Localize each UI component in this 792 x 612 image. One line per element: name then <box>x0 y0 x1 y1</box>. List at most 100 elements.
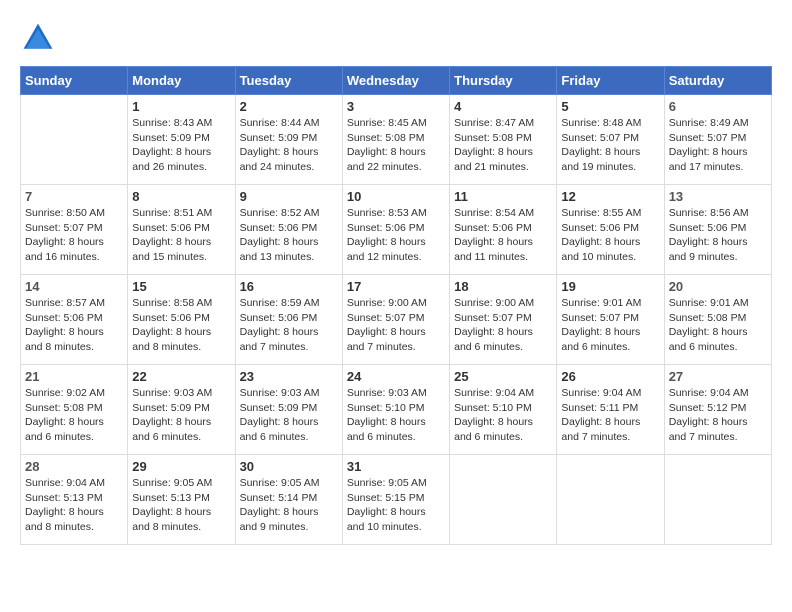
week-row-2: 7 Sunrise: 8:50 AMSunset: 5:07 PMDaylight… <box>21 185 772 275</box>
day-number: 2 <box>240 99 338 114</box>
day-cell <box>557 455 664 545</box>
day-cell: 8 Sunrise: 8:51 AMSunset: 5:06 PMDaylight… <box>128 185 235 275</box>
day-info: Sunrise: 9:03 AMSunset: 5:09 PMDaylight:… <box>132 386 230 445</box>
day-number: 18 <box>454 279 552 294</box>
day-number: 5 <box>561 99 659 114</box>
day-info: Sunrise: 8:54 AMSunset: 5:06 PMDaylight:… <box>454 206 552 265</box>
day-cell: 15 Sunrise: 8:58 AMSunset: 5:06 PMDayligh… <box>128 275 235 365</box>
day-info: Sunrise: 8:55 AMSunset: 5:06 PMDaylight:… <box>561 206 659 265</box>
day-info: Sunrise: 8:53 AMSunset: 5:06 PMDaylight:… <box>347 206 445 265</box>
day-cell <box>21 95 128 185</box>
day-cell: 23Sunrise: 9:03 AMSunset: 5:09 PMDayligh… <box>235 365 342 455</box>
day-info: Sunrise: 8:50 AMSunset: 5:07 PMDaylight:… <box>25 206 123 265</box>
header-saturday: Saturday <box>664 67 771 95</box>
day-cell: 1Sunrise: 8:43 AMSunset: 5:09 PMDaylight… <box>128 95 235 185</box>
day-cell: 22 Sunrise: 9:03 AMSunset: 5:09 PMDayligh… <box>128 365 235 455</box>
day-cell: 7 Sunrise: 8:50 AMSunset: 5:07 PMDaylight… <box>21 185 128 275</box>
day-number: 19 <box>561 279 659 294</box>
day-number: 28 <box>25 459 123 474</box>
day-cell: 4 Sunrise: 8:47 AMSunset: 5:08 PMDaylight… <box>450 95 557 185</box>
day-info: Sunrise: 8:47 AMSunset: 5:08 PMDaylight:… <box>454 116 552 175</box>
day-cell: 25 Sunrise: 9:04 AMSunset: 5:10 PMDayligh… <box>450 365 557 455</box>
day-info: Sunrise: 9:01 AMSunset: 5:08 PMDaylight:… <box>669 296 767 355</box>
day-number: 9 <box>240 189 338 204</box>
day-cell: 26 Sunrise: 9:04 AMSunset: 5:11 PMDayligh… <box>557 365 664 455</box>
day-cell: 2Sunrise: 8:44 AMSunset: 5:09 PMDaylight… <box>235 95 342 185</box>
day-cell: 11 Sunrise: 8:54 AMSunset: 5:06 PMDayligh… <box>450 185 557 275</box>
day-info: Sunrise: 8:56 AMSunset: 5:06 PMDaylight:… <box>669 206 767 265</box>
day-number: 27 <box>669 369 767 384</box>
day-info: Sunrise: 9:05 AMSunset: 5:13 PMDaylight:… <box>132 476 230 535</box>
day-cell: 27 Sunrise: 9:04 AMSunset: 5:12 PMDayligh… <box>664 365 771 455</box>
day-info: Sunrise: 8:49 AMSunset: 5:07 PMDaylight:… <box>669 116 767 175</box>
week-row-5: 28 Sunrise: 9:04 AMSunset: 5:13 PMDayligh… <box>21 455 772 545</box>
weekday-header-row: SundayMondayTuesdayWednesdayThursdayFrid… <box>21 67 772 95</box>
day-info: Sunrise: 8:58 AMSunset: 5:06 PMDaylight:… <box>132 296 230 355</box>
day-cell: 6Sunrise: 8:49 AMSunset: 5:07 PMDaylight… <box>664 95 771 185</box>
day-info: Sunrise: 8:48 AMSunset: 5:07 PMDaylight:… <box>561 116 659 175</box>
day-number: 17 <box>347 279 445 294</box>
day-cell: 10 Sunrise: 8:53 AMSunset: 5:06 PMDayligh… <box>342 185 449 275</box>
header-wednesday: Wednesday <box>342 67 449 95</box>
day-number: 30 <box>240 459 338 474</box>
day-cell: 3 Sunrise: 8:45 AMSunset: 5:08 PMDaylight… <box>342 95 449 185</box>
day-info: Sunrise: 9:04 AMSunset: 5:11 PMDaylight:… <box>561 386 659 445</box>
day-number: 15 <box>132 279 230 294</box>
day-number: 16 <box>240 279 338 294</box>
day-info: Sunrise: 9:04 AMSunset: 5:13 PMDaylight:… <box>25 476 123 535</box>
day-cell: 16Sunrise: 8:59 AMSunset: 5:06 PMDayligh… <box>235 275 342 365</box>
day-cell <box>664 455 771 545</box>
day-number: 10 <box>347 189 445 204</box>
day-info: Sunrise: 8:57 AMSunset: 5:06 PMDaylight:… <box>25 296 123 355</box>
header-friday: Friday <box>557 67 664 95</box>
day-cell: 5 Sunrise: 8:48 AMSunset: 5:07 PMDaylight… <box>557 95 664 185</box>
week-row-3: 14 Sunrise: 8:57 AMSunset: 5:06 PMDayligh… <box>21 275 772 365</box>
day-number: 20 <box>669 279 767 294</box>
day-number: 29 <box>132 459 230 474</box>
day-info: Sunrise: 9:00 AMSunset: 5:07 PMDaylight:… <box>347 296 445 355</box>
day-info: Sunrise: 9:01 AMSunset: 5:07 PMDaylight:… <box>561 296 659 355</box>
day-number: 12 <box>561 189 659 204</box>
day-cell: 24 Sunrise: 9:03 AMSunset: 5:10 PMDayligh… <box>342 365 449 455</box>
day-info: Sunrise: 9:04 AMSunset: 5:12 PMDaylight:… <box>669 386 767 445</box>
day-cell: 13Sunrise: 8:56 AMSunset: 5:06 PMDayligh… <box>664 185 771 275</box>
day-cell: 14 Sunrise: 8:57 AMSunset: 5:06 PMDayligh… <box>21 275 128 365</box>
day-info: Sunrise: 9:04 AMSunset: 5:10 PMDaylight:… <box>454 386 552 445</box>
day-cell: 17 Sunrise: 9:00 AMSunset: 5:07 PMDayligh… <box>342 275 449 365</box>
day-number: 8 <box>132 189 230 204</box>
day-info: Sunrise: 8:45 AMSunset: 5:08 PMDaylight:… <box>347 116 445 175</box>
day-number: 11 <box>454 189 552 204</box>
day-number: 7 <box>25 189 123 204</box>
day-number: 1 <box>132 99 230 114</box>
day-info: Sunrise: 9:02 AMSunset: 5:08 PMDaylight:… <box>25 386 123 445</box>
header-tuesday: Tuesday <box>235 67 342 95</box>
calendar-table: SundayMondayTuesdayWednesdayThursdayFrid… <box>20 66 772 545</box>
week-row-1: 1Sunrise: 8:43 AMSunset: 5:09 PMDaylight… <box>21 95 772 185</box>
day-cell: 29 Sunrise: 9:05 AMSunset: 5:13 PMDayligh… <box>128 455 235 545</box>
day-number: 31 <box>347 459 445 474</box>
logo-icon <box>20 20 56 56</box>
day-cell: 28 Sunrise: 9:04 AMSunset: 5:13 PMDayligh… <box>21 455 128 545</box>
day-cell: 12 Sunrise: 8:55 AMSunset: 5:06 PMDayligh… <box>557 185 664 275</box>
day-cell: 9 Sunrise: 8:52 AMSunset: 5:06 PMDaylight… <box>235 185 342 275</box>
day-number: 24 <box>347 369 445 384</box>
header-sunday: Sunday <box>21 67 128 95</box>
day-cell: 18Sunrise: 9:00 AMSunset: 5:07 PMDayligh… <box>450 275 557 365</box>
day-info: Sunrise: 9:05 AMSunset: 5:14 PMDaylight:… <box>240 476 338 535</box>
day-number: 3 <box>347 99 445 114</box>
day-info: Sunrise: 8:52 AMSunset: 5:06 PMDaylight:… <box>240 206 338 265</box>
day-number: 14 <box>25 279 123 294</box>
day-number: 25 <box>454 369 552 384</box>
day-cell: 19 Sunrise: 9:01 AMSunset: 5:07 PMDayligh… <box>557 275 664 365</box>
day-cell: 20 Sunrise: 9:01 AMSunset: 5:08 PMDayligh… <box>664 275 771 365</box>
day-number: 23 <box>240 369 338 384</box>
day-info: Sunrise: 9:03 AMSunset: 5:10 PMDaylight:… <box>347 386 445 445</box>
day-number: 22 <box>132 369 230 384</box>
day-number: 4 <box>454 99 552 114</box>
logo <box>20 20 62 56</box>
day-number: 26 <box>561 369 659 384</box>
day-cell: 21 Sunrise: 9:02 AMSunset: 5:08 PMDayligh… <box>21 365 128 455</box>
day-info: Sunrise: 8:51 AMSunset: 5:06 PMDaylight:… <box>132 206 230 265</box>
day-info: Sunrise: 9:05 AMSunset: 5:15 PMDaylight:… <box>347 476 445 535</box>
day-number: 21 <box>25 369 123 384</box>
